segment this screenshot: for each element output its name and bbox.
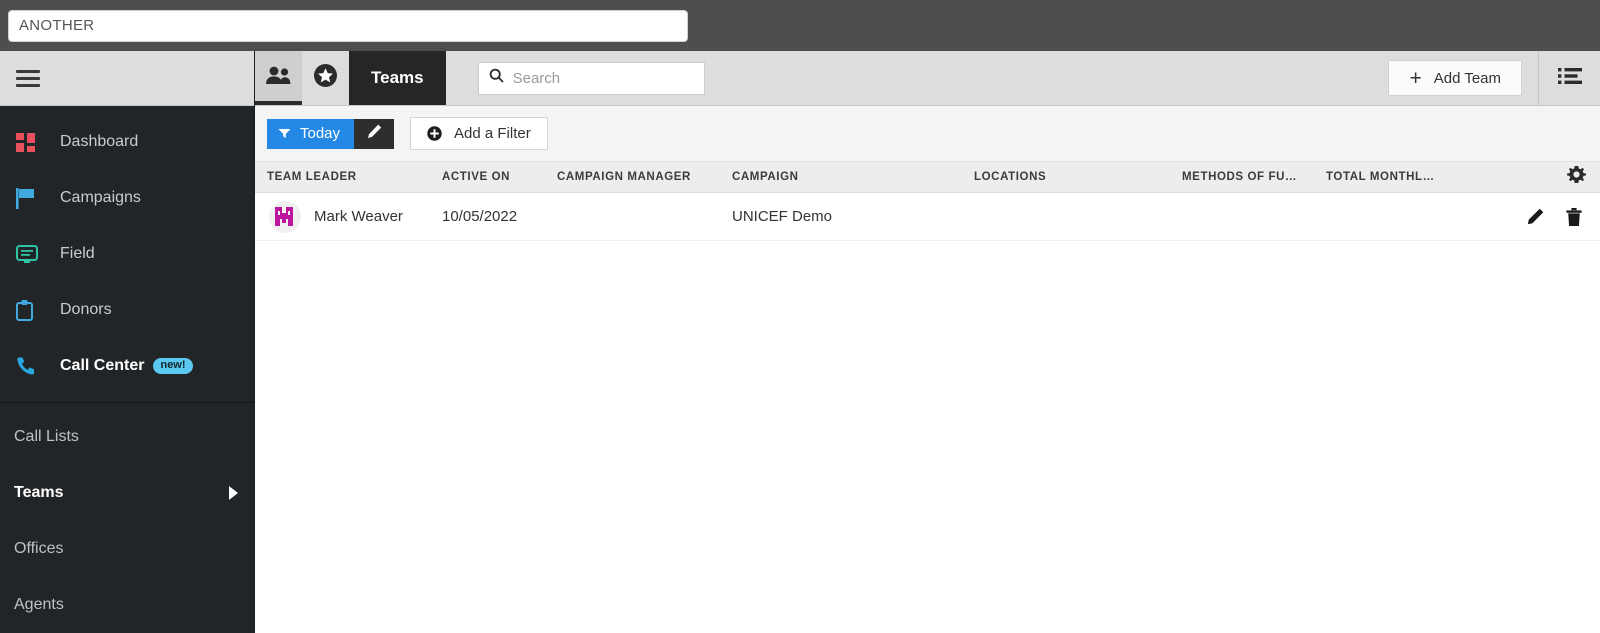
sidebar-subitem-label: Call Lists xyxy=(14,428,238,446)
sidebar-item-agents[interactable]: Agents xyxy=(0,577,254,633)
cell-campaign: UNICEF Demo xyxy=(720,208,962,225)
team-leader-name: Mark Weaver xyxy=(314,208,403,225)
hamburger-icon[interactable] xyxy=(16,66,40,91)
search-area: Search xyxy=(446,51,705,105)
cell-team-leader: Mark Weaver xyxy=(255,201,430,233)
cell-active-on: 10/05/2022 xyxy=(430,208,545,225)
plus-icon: + xyxy=(1409,68,1421,89)
row-actions xyxy=(1527,208,1582,226)
column-header-team-leader[interactable]: TEAM LEADER xyxy=(255,171,430,183)
list-view-icon xyxy=(1558,67,1582,90)
teams-table: TEAM LEADER ACTIVE ON CAMPAIGN MANAGER C… xyxy=(255,162,1600,633)
sidebar-item-campaigns[interactable]: Campaigns xyxy=(0,170,254,226)
add-team-label: Add Team xyxy=(1434,70,1501,87)
add-team-button[interactable]: + Add Team xyxy=(1388,60,1522,96)
tab-people[interactable] xyxy=(255,51,302,105)
flag-icon xyxy=(16,188,44,209)
address-input[interactable]: ANOTHER xyxy=(8,10,688,42)
column-header-campaign[interactable]: CAMPAIGN xyxy=(720,171,962,183)
filter-chip-label: Today xyxy=(300,125,340,142)
search-icon xyxy=(489,68,504,88)
clipboard-icon xyxy=(16,300,44,321)
sidebar-item-call-center[interactable]: Call Center new! xyxy=(0,338,254,394)
sidebar-item-label: Call Center xyxy=(60,357,144,375)
pencil-icon xyxy=(367,124,382,144)
sidebar-item-label: Campaigns xyxy=(60,189,141,207)
filter-chip-main[interactable]: Today xyxy=(267,119,354,149)
app-root: Dashboard Campaigns xyxy=(0,51,1600,633)
column-header-methods[interactable]: METHODS OF FU… xyxy=(1170,171,1314,183)
chevron-right-icon xyxy=(229,486,238,500)
sidebar-item-field[interactable]: Field xyxy=(0,226,254,282)
sidebar-sub-nav: Call Lists Teams Offices Agents xyxy=(0,403,254,633)
column-header-active-on[interactable]: ACTIVE ON xyxy=(430,171,545,183)
add-filter-button[interactable]: Add a Filter xyxy=(410,117,548,150)
tab-favorites[interactable] xyxy=(302,51,349,105)
sidebar-main-nav: Dashboard Campaigns xyxy=(0,106,254,403)
filter-chip-today[interactable]: Today xyxy=(267,119,394,149)
filter-bar: Today Ad xyxy=(255,106,1600,162)
top-bar: Teams Search + Add Team xyxy=(255,51,1600,106)
sidebar-item-donors[interactable]: Donors xyxy=(0,282,254,338)
sidebar-item-label: Field xyxy=(60,245,95,263)
list-view-button[interactable] xyxy=(1538,51,1600,105)
plus-circle-icon xyxy=(427,126,442,141)
grid-icon xyxy=(16,133,44,152)
column-header-campaign-manager[interactable]: CAMPAIGN MANAGER xyxy=(545,171,720,183)
filter-chip-edit-button[interactable] xyxy=(354,119,394,149)
sidebar-item-teams[interactable]: Teams xyxy=(0,465,254,521)
table-empty-area xyxy=(255,241,1600,633)
search-placeholder: Search xyxy=(513,70,561,87)
search-input[interactable]: Search xyxy=(478,62,705,95)
tab-teams[interactable]: Teams xyxy=(349,51,446,105)
monitor-icon xyxy=(16,245,44,264)
table-header-row: TEAM LEADER ACTIVE ON CAMPAIGN MANAGER C… xyxy=(255,162,1600,193)
sidebar: Dashboard Campaigns xyxy=(0,51,255,633)
browser-address-bar: ANOTHER xyxy=(0,0,1600,51)
people-icon xyxy=(265,66,292,90)
sidebar-item-call-lists[interactable]: Call Lists xyxy=(0,409,254,465)
sidebar-header xyxy=(0,51,254,106)
delete-row-button[interactable] xyxy=(1566,208,1582,226)
sidebar-subitem-label: Agents xyxy=(14,596,238,614)
main-content: Teams Search + Add Team xyxy=(255,51,1600,633)
sidebar-subitem-label: Offices xyxy=(14,540,238,558)
sidebar-item-offices[interactable]: Offices xyxy=(0,521,254,577)
add-filter-label: Add a Filter xyxy=(454,125,531,142)
column-header-total-monthly[interactable]: TOTAL MONTHL… xyxy=(1314,171,1514,183)
sidebar-item-label: Donors xyxy=(60,301,112,319)
sidebar-subitem-label: Teams xyxy=(14,484,229,502)
table-row[interactable]: Mark Weaver 10/05/2022 UNICEF Demo xyxy=(255,193,1600,241)
gear-icon[interactable] xyxy=(1567,166,1586,188)
funnel-icon xyxy=(278,128,291,139)
pixel-avatar-icon xyxy=(275,207,296,226)
status-badge: new! xyxy=(153,358,192,374)
edit-row-button[interactable] xyxy=(1527,208,1544,225)
avatar xyxy=(269,201,301,233)
sidebar-item-label: Dashboard xyxy=(60,133,138,151)
topbar-spacer xyxy=(705,51,1389,105)
column-header-locations[interactable]: LOCATIONS xyxy=(962,171,1170,183)
sidebar-item-dashboard[interactable]: Dashboard xyxy=(0,114,254,170)
phone-icon xyxy=(16,356,44,376)
star-circle-icon xyxy=(313,63,338,93)
